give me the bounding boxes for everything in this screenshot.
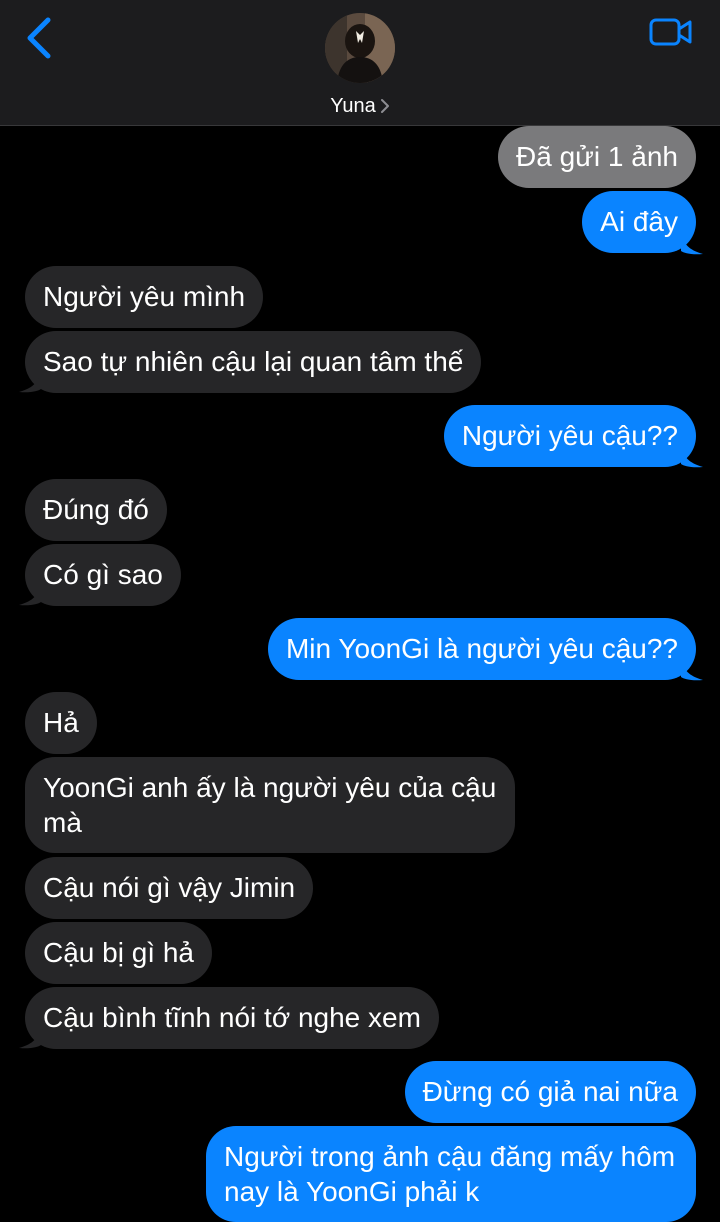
chevron-right-icon	[380, 98, 390, 114]
contact-name: Yuna	[330, 94, 376, 117]
message-text: Sao tự nhiên cậu lại quan tâm thế	[43, 346, 464, 377]
contact-avatar[interactable]	[325, 13, 395, 83]
bubble-tail-sent	[681, 232, 703, 255]
message-text: Người yêu mình	[43, 281, 246, 312]
bubble-tail-received	[19, 370, 41, 393]
message-text: Min YoonGi là người yêu cậu??	[285, 633, 678, 664]
message-bubble-received[interactable]: Hả	[25, 692, 97, 754]
message-bubble-sent-media[interactable]: Đã gửi 1 ảnh	[498, 126, 696, 188]
bubble-tail-sent	[681, 445, 703, 468]
contact-name-button[interactable]: Yuna	[0, 92, 720, 120]
bubble-tail-sent	[681, 658, 703, 681]
message-bubble-received[interactable]: Cậu nói gì vậy Jimin	[25, 857, 314, 919]
message-text: Cậu bình tĩnh nói tớ nghe xem	[43, 1002, 421, 1033]
message-text: Cậu bị gì hả	[43, 937, 194, 968]
message-text: Cậu nói gì vậy Jimin	[43, 872, 296, 903]
message-bubble-received[interactable]: YoonGi anh ấy là người yêu của cậu mà	[25, 757, 515, 853]
message-bubble-sent[interactable]: Người yêu cậu??	[443, 405, 696, 467]
message-bubble-received[interactable]: Có gì sao	[25, 544, 181, 606]
message-bubble-sent[interactable]: Đừng có giả nai nữa	[404, 1061, 696, 1123]
message-text: Đừng có giả nai nữa	[422, 1076, 678, 1107]
message-text: Đúng đó	[43, 494, 149, 525]
facetime-video-button[interactable]	[646, 14, 696, 54]
message-bubble-received[interactable]: Người yêu mình	[25, 266, 264, 328]
message-text: Người trong ảnh cậu đăng mấy hôm nay là …	[224, 1141, 676, 1207]
message-bubble-received[interactable]: Cậu bình tĩnh nói tớ nghe xem	[25, 987, 439, 1049]
conversation-header: Yuna	[0, 0, 720, 126]
back-button[interactable]	[20, 14, 64, 64]
message-bubble-received[interactable]: Đúng đó	[25, 479, 167, 541]
message-bubble-sent[interactable]: Người trong ảnh cậu đăng mấy hôm nay là …	[206, 1126, 696, 1222]
message-text: YoonGi anh ấy là người yêu của cậu mà	[43, 772, 497, 838]
message-bubble-sent[interactable]: Min YoonGi là người yêu cậu??	[267, 618, 696, 680]
chevron-left-icon	[27, 17, 51, 59]
message-text: Có gì sao	[43, 559, 163, 590]
bubble-tail-received	[19, 583, 41, 606]
message-bubble-received[interactable]: Cậu bị gì hả	[25, 922, 212, 984]
bubble-tail-received	[19, 1026, 41, 1049]
message-text: Người yêu cậu??	[461, 420, 678, 451]
message-text: Đã gửi 1 ảnh	[516, 141, 678, 172]
avatar-photo	[325, 13, 395, 83]
message-bubble-received[interactable]: Sao tự nhiên cậu lại quan tâm thế	[25, 331, 482, 393]
message-thread: Đã gửi 1 ảnh Ai đây Người yêu mình Sao t…	[0, 0, 720, 1222]
message-bubble-sent[interactable]: Ai đây	[582, 191, 696, 253]
message-text: Ai đây	[600, 206, 678, 237]
video-camera-icon	[649, 18, 692, 46]
message-text: Hả	[43, 707, 79, 738]
